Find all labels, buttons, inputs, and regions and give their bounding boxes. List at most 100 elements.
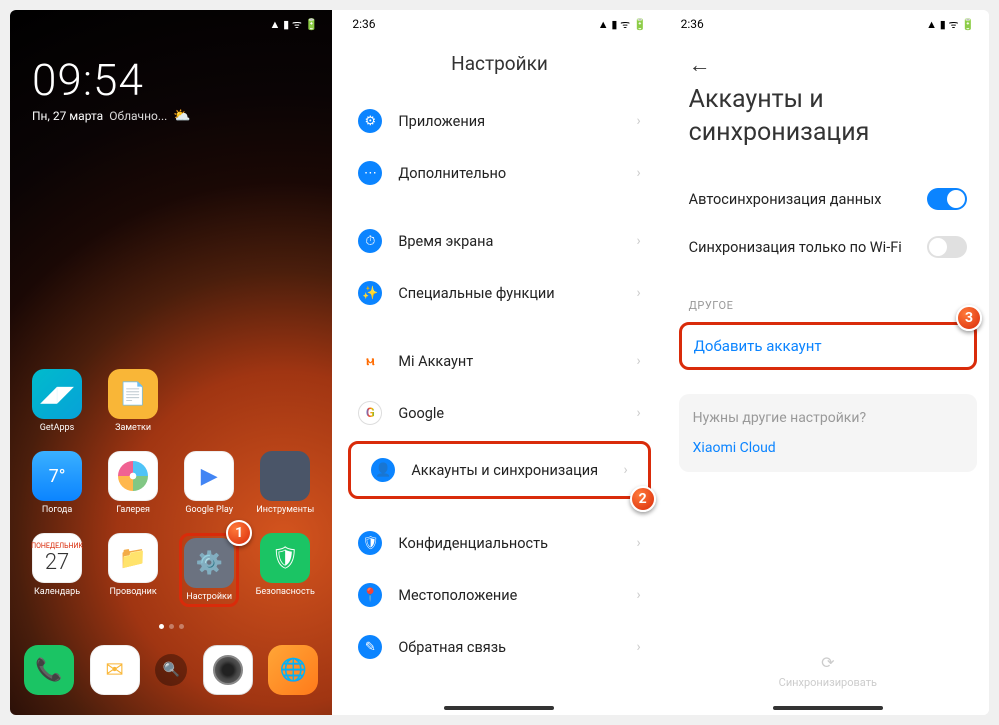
chevron-right-icon: ›: [636, 405, 640, 421]
settings-item-1[interactable]: ⋯ Дополнительно ›: [338, 147, 660, 199]
add-account-link[interactable]: Добавить аккаунт: [682, 327, 974, 365]
dock-phone[interactable]: 📞: [24, 645, 74, 695]
clock-time: 09:54: [32, 54, 310, 106]
app-weather[interactable]: 7°Погода: [32, 451, 82, 515]
settings-item-label: Конфиденциальность: [398, 535, 620, 552]
status-icons: ▲ ▮ ᯤ 🔋: [598, 17, 647, 32]
card-question: Нужны другие настройки?: [693, 410, 963, 426]
settings-item-6[interactable]: 👤Аккаунты и синхронизация›2: [348, 441, 650, 499]
settings-list[interactable]: ⚙ Приложения › ⋯ Дополнительно › ⏱ Время экрана…: [338, 95, 660, 673]
settings-item-label: Google: [398, 405, 620, 422]
settings-item-8[interactable]: 📍 Местоположение ›: [338, 569, 660, 621]
toggle-label: Синхронизация только по Wi-Fi: [689, 239, 913, 256]
status-bar: 2:36 ▲ ▮ ᯤ 🔋: [338, 10, 660, 38]
page-indicator: [10, 624, 332, 629]
settings-screen: 2:36 ▲ ▮ ᯤ 🔋 Настройки ⚙ Приложения › ⋯ Допо…: [338, 10, 660, 715]
settings-item-label: Обратная связь: [398, 639, 620, 656]
chevron-right-icon: ›: [636, 233, 640, 249]
toggle-row-1[interactable]: Синхронизация только по Wi-Fi: [667, 223, 989, 271]
settings-item-label: Приложения: [398, 113, 620, 130]
app-notes[interactable]: 📄Заметки: [108, 369, 158, 433]
xiaomi-cloud-link[interactable]: Xiaomi Cloud: [693, 440, 963, 456]
settings-item-icon: ⲙ: [358, 349, 382, 373]
app-getapps[interactable]: ◢◤GetApps: [32, 369, 82, 433]
app-settings[interactable]: 1 ⚙️Настройки: [179, 533, 239, 607]
settings-item-4[interactable]: ⲙ Mi Аккаунт ›: [338, 335, 660, 387]
settings-item-label: Время экрана: [398, 233, 620, 250]
add-account-highlight: 3 Добавить аккаунт: [679, 322, 977, 370]
settings-title: Настройки: [338, 38, 660, 95]
status-bar: ▲ ▮ ᯤ 🔋: [10, 10, 332, 38]
app-security[interactable]: 🛡Безопасность: [256, 533, 315, 607]
gear-icon: ⚙️: [195, 551, 222, 576]
status-time: 2:36: [681, 17, 704, 31]
step-badge-1: 1: [226, 520, 252, 546]
page-title: Аккаунты и синхронизация: [667, 78, 989, 175]
settings-item-icon: 📍: [358, 583, 382, 607]
settings-item-icon: ⚙: [358, 109, 382, 133]
toggle-switch[interactable]: [927, 236, 967, 258]
weather-text: Облачно...: [109, 109, 167, 123]
chevron-right-icon: ›: [636, 587, 640, 603]
dock: 📞 ✉ 🔍 🌐: [10, 645, 332, 695]
chevron-right-icon: ›: [636, 113, 640, 129]
settings-item-label: Аккаунты и синхронизация: [411, 462, 607, 479]
status-time: 2:36: [352, 17, 375, 31]
sync-icon: ⟳: [667, 653, 989, 672]
settings-item-label: Mi Аккаунт: [398, 353, 620, 370]
settings-item-3[interactable]: ✨ Специальные функции ›: [338, 267, 660, 319]
chevron-right-icon: ›: [623, 462, 627, 478]
toggle-label: Автосинхронизация данных: [689, 191, 913, 208]
dock-search[interactable]: 🔍: [155, 654, 187, 686]
home-screen: ▲ ▮ ᯤ 🔋 09:54 Пн, 27 марта Облачно... ◢◤…: [10, 10, 332, 715]
settings-item-label: Местоположение: [398, 587, 620, 604]
app-file-manager[interactable]: 📁Проводник: [108, 533, 158, 607]
settings-item-icon: ✎: [358, 635, 382, 659]
settings-item-5[interactable]: G Google ›: [338, 387, 660, 439]
app-tools-folder[interactable]: Инструменты: [256, 451, 314, 515]
home-indicator[interactable]: [444, 706, 554, 710]
sync-button[interactable]: ⟳ Синхронизировать: [667, 653, 989, 689]
status-icons: ▲ ▮ ᯤ 🔋: [269, 17, 318, 32]
settings-item-icon: ⏱: [358, 229, 382, 253]
tutorial-screenshot: ▲ ▮ ᯤ 🔋 09:54 Пн, 27 марта Облачно... ◢◤…: [10, 10, 989, 715]
section-other: ДРУГОЕ: [667, 271, 989, 320]
accounts-sync-screen: 2:36 ▲ ▮ ᯤ 🔋 ← Аккаунты и синхронизация …: [667, 10, 989, 715]
settings-item-7[interactable]: 🛡 Конфиденциальность ›: [338, 517, 660, 569]
dock-camera[interactable]: [203, 645, 253, 695]
settings-item-icon: 👤: [371, 458, 395, 482]
settings-item-2[interactable]: ⏱ Время экрана ›: [338, 215, 660, 267]
home-indicator[interactable]: [773, 706, 883, 710]
back-button[interactable]: ←: [667, 38, 989, 78]
toggle-row-0[interactable]: Автосинхронизация данных: [667, 175, 989, 223]
app-google-play[interactable]: ▶Google Play: [184, 451, 234, 515]
settings-item-label: Специальные функции: [398, 285, 620, 302]
chevron-right-icon: ›: [636, 165, 640, 181]
dock-messages[interactable]: ✉: [90, 645, 140, 695]
settings-item-icon: 🛡: [358, 531, 382, 555]
clock-date: Пн, 27 марта: [32, 109, 103, 123]
step-badge-2: 2: [630, 486, 656, 512]
chevron-right-icon: ›: [636, 285, 640, 301]
dock-browser[interactable]: 🌐: [268, 645, 318, 695]
chevron-right-icon: ›: [636, 535, 640, 551]
status-icons: ▲ ▮ ᯤ 🔋: [926, 17, 975, 32]
settings-item-icon: ⋯: [358, 161, 382, 185]
app-calendar[interactable]: ПОНЕДЕЛЬНИК27Календарь: [32, 533, 82, 607]
camera-icon: [213, 655, 243, 685]
other-settings-card: Нужны другие настройки? Xiaomi Cloud: [679, 394, 977, 472]
settings-item-0[interactable]: ⚙ Приложения ›: [338, 95, 660, 147]
gallery-icon: [118, 461, 148, 491]
status-bar: 2:36 ▲ ▮ ᯤ 🔋: [667, 10, 989, 38]
step-badge-3: 3: [956, 305, 982, 331]
settings-item-9[interactable]: ✎ Обратная связь ›: [338, 621, 660, 673]
clock-widget[interactable]: 09:54 Пн, 27 марта Облачно...: [10, 38, 332, 140]
chevron-right-icon: ›: [636, 639, 640, 655]
app-gallery[interactable]: Галерея: [108, 451, 158, 515]
apps-grid: ◢◤GetApps 📄Заметки 7°Погода Галерея ▶Goo…: [10, 369, 332, 607]
settings-item-icon: ✨: [358, 281, 382, 305]
settings-item-icon: G: [358, 401, 382, 425]
toggle-switch[interactable]: [927, 188, 967, 210]
chevron-right-icon: ›: [636, 353, 640, 369]
settings-item-label: Дополнительно: [398, 165, 620, 182]
